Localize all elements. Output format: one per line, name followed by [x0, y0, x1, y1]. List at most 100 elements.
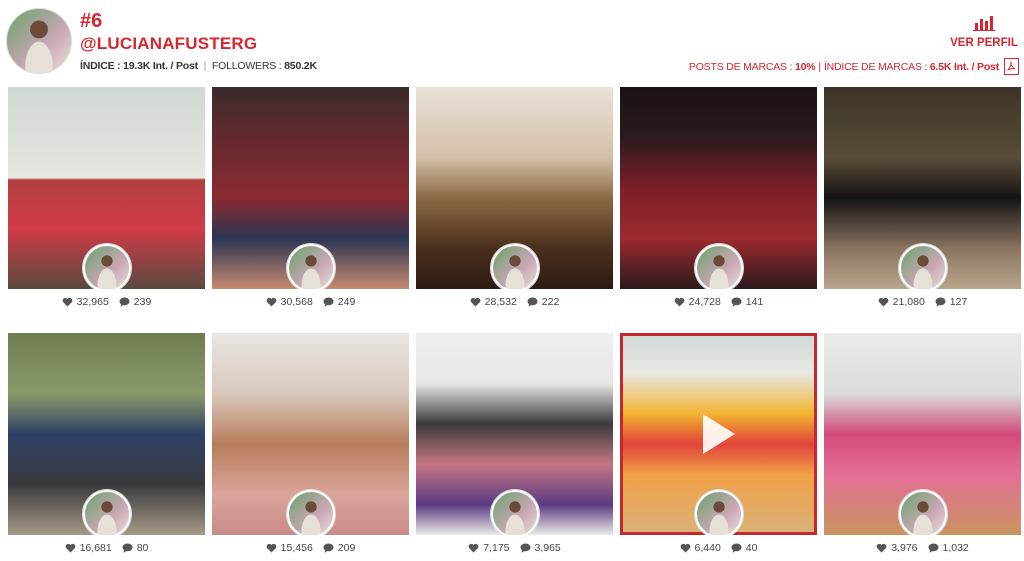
- post-avatar: [82, 490, 131, 535]
- post-photo[interactable]: [416, 333, 613, 535]
- post-card[interactable]: 15,456 209: [212, 333, 409, 561]
- indice-value: 19.3K Int. / Post: [123, 60, 198, 72]
- brand-stats: POSTS DE MARCAS : 10% | ÍNDICE DE MARCAS…: [689, 58, 1019, 75]
- post-meta: 16,681 80: [8, 535, 205, 561]
- ver-perfil-label: VER PERFIL: [950, 37, 1018, 49]
- post-avatar: [490, 490, 539, 535]
- indice-marcas-label: ÍNDICE DE MARCAS :: [823, 60, 928, 73]
- comments-count: 222: [541, 296, 560, 308]
- comments-count: 249: [337, 296, 356, 308]
- post-card[interactable]: 30,568 249: [212, 87, 409, 315]
- post-card[interactable]: 3,976 1,032: [824, 333, 1021, 561]
- likes-count: 30,568: [280, 296, 313, 308]
- speech-bubble-icon: [520, 543, 530, 553]
- likes-count: 16,681: [79, 542, 112, 554]
- heart-icon: [65, 543, 75, 553]
- post-meta: 21,080 127: [824, 289, 1021, 315]
- post-photo[interactable]: [212, 87, 409, 289]
- post-card-video[interactable]: 6,440 40: [620, 333, 817, 561]
- post-card[interactable]: 32,965 239: [8, 87, 205, 315]
- post-avatar: [82, 244, 131, 289]
- post-meta: 24,728 141: [620, 289, 817, 315]
- post-video[interactable]: [620, 333, 817, 535]
- profile-stats: ÍNDICE : 19.3K Int. / Post | FOLLOWERS :…: [80, 60, 317, 72]
- comments-count: 141: [745, 296, 764, 308]
- pdf-icon[interactable]: [1004, 58, 1019, 75]
- comments-count: 127: [949, 296, 968, 308]
- speech-bubble-icon: [122, 543, 133, 553]
- heart-icon: [674, 297, 685, 307]
- post-meta: 15,456 209: [212, 535, 409, 561]
- heart-icon: [680, 543, 690, 553]
- post-photo[interactable]: [620, 87, 817, 289]
- post-avatar: [286, 490, 335, 535]
- likes-count: 28,532: [484, 296, 517, 308]
- comments-count: 1,032: [942, 542, 969, 554]
- likes-count: 32,965: [76, 296, 109, 308]
- post-photo[interactable]: [416, 87, 613, 289]
- play-icon[interactable]: [702, 414, 735, 454]
- heart-icon: [878, 297, 889, 307]
- post-avatar: [490, 244, 539, 289]
- likes-count: 15,456: [280, 542, 313, 554]
- post-avatar: [694, 244, 743, 289]
- speech-bubble-icon: [323, 297, 334, 307]
- username-link[interactable]: @LUCIANAFUSTERG: [80, 34, 257, 54]
- stats-separator: |: [818, 60, 821, 73]
- post-card[interactable]: 21,080 127: [824, 87, 1021, 315]
- indice-marcas-value: 6.5K Int. / Post: [929, 60, 999, 73]
- likes-count: 24,728: [688, 296, 721, 308]
- speech-bubble-icon: [928, 543, 938, 553]
- post-photo[interactable]: [824, 87, 1021, 289]
- heart-icon: [470, 297, 481, 307]
- post-card[interactable]: 7,175 3,965: [416, 333, 613, 561]
- post-photo[interactable]: [824, 333, 1021, 535]
- speech-bubble-icon: [731, 543, 742, 553]
- comments-count: 80: [136, 542, 149, 554]
- post-avatar: [898, 244, 947, 289]
- comments-count: 40: [745, 542, 758, 554]
- post-card[interactable]: 28,532 222: [416, 87, 613, 315]
- post-meta: 32,965 239: [8, 289, 205, 315]
- comments-count: 239: [133, 296, 152, 308]
- posts-marcas-label: POSTS DE MARCAS :: [688, 60, 793, 73]
- likes-count: 21,080: [892, 296, 925, 308]
- post-meta: 6,440 40: [620, 535, 817, 561]
- profile-avatar[interactable]: [6, 8, 72, 74]
- post-card[interactable]: 16,681 80: [8, 333, 205, 561]
- post-meta: 7,175 3,965: [416, 535, 613, 561]
- ver-perfil-button[interactable]: VER PERFIL: [949, 14, 1019, 51]
- post-meta: 28,532 222: [416, 289, 613, 315]
- stats-separator: |: [203, 60, 207, 72]
- rank-label: #6: [80, 10, 103, 32]
- speech-bubble-icon: [527, 297, 538, 307]
- followers-value: 850.2K: [284, 60, 317, 72]
- bar-chart-icon: [973, 16, 995, 31]
- comments-count: 209: [337, 542, 356, 554]
- likes-count: 3,976: [891, 542, 918, 554]
- heart-icon: [266, 543, 277, 553]
- post-meta: 3,976 1,032: [824, 535, 1021, 561]
- speech-bubble-icon: [323, 543, 334, 553]
- post-avatar: [898, 490, 947, 535]
- likes-count: 7,175: [483, 542, 510, 554]
- post-avatar: [694, 490, 743, 535]
- followers-label: FOLLOWERS :: [211, 60, 282, 72]
- post-photo[interactable]: [8, 333, 205, 535]
- heart-icon: [876, 543, 887, 553]
- speech-bubble-icon: [731, 297, 742, 307]
- post-photo[interactable]: [8, 87, 205, 289]
- heart-icon: [62, 297, 73, 307]
- post-card[interactable]: 24,728 141: [620, 87, 817, 315]
- post-avatar: [286, 244, 335, 289]
- posts-marcas-value: 10%: [795, 60, 816, 73]
- post-photo[interactable]: [212, 333, 409, 535]
- heart-icon: [468, 543, 479, 553]
- post-meta: 30,568 249: [212, 289, 409, 315]
- comments-count: 3,965: [534, 542, 561, 554]
- speech-bubble-icon: [119, 297, 130, 307]
- heart-icon: [266, 297, 277, 307]
- indice-label: ÍNDICE :: [80, 60, 121, 72]
- likes-count: 6,440: [694, 542, 721, 554]
- speech-bubble-icon: [935, 297, 946, 307]
